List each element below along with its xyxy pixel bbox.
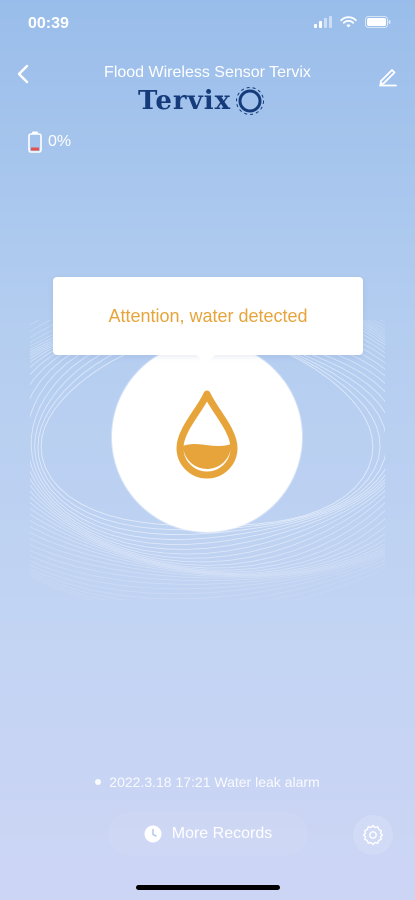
- battery-icon: [365, 16, 391, 28]
- battery-status: 0%: [28, 131, 71, 153]
- signal-icon: [314, 16, 332, 28]
- logo-mark-icon: [236, 87, 265, 115]
- alert-message: Attention, water detected: [108, 306, 308, 326]
- clock-icon: [144, 825, 162, 843]
- more-records-label: More Records: [171, 825, 273, 842]
- logo-text: Tervix: [138, 86, 232, 116]
- home-indicator[interactable]: [136, 885, 280, 890]
- battery-percent: 0%: [48, 133, 72, 150]
- wifi-icon: [340, 16, 357, 28]
- gear-icon: [362, 824, 384, 846]
- page-title: Flood Wireless Sensor Tervix: [104, 64, 311, 81]
- settings-button[interactable]: [353, 815, 393, 855]
- latest-record: 2022.3.18 17:21 Water leak alarm: [0, 774, 415, 790]
- latest-record-text: 2022.3.18 17:21 Water leak alarm: [109, 774, 320, 790]
- tooltip-arrow: [196, 354, 216, 364]
- edit-button[interactable]: [375, 62, 401, 88]
- water-drop-icon: [176, 390, 238, 479]
- status-time: 00:39: [28, 15, 69, 32]
- more-records-button[interactable]: More Records: [108, 812, 308, 856]
- brand-logo: Tervix: [138, 86, 265, 116]
- record-dot: [95, 779, 102, 785]
- battery-low-icon: [28, 131, 42, 153]
- status-icons: [314, 16, 391, 28]
